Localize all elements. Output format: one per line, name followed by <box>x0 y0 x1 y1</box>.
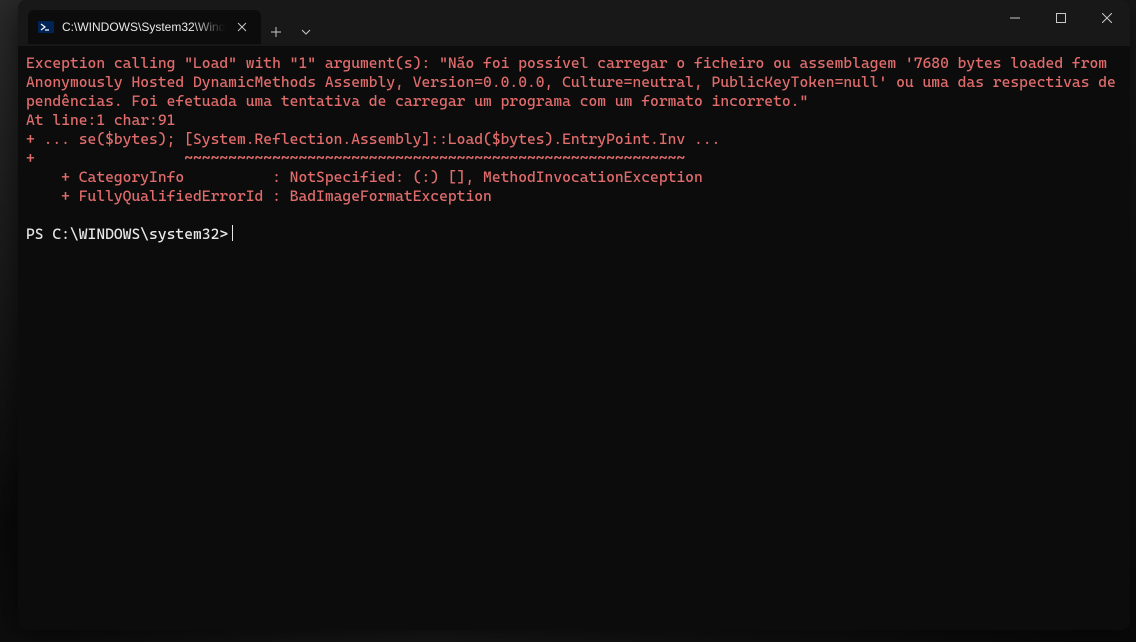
maximize-button[interactable] <box>1038 0 1084 36</box>
new-tab-button[interactable] <box>261 17 291 47</box>
close-icon <box>1102 13 1112 23</box>
titlebar[interactable]: C:\WINDOWS\System32\Wind <box>18 0 1130 46</box>
minimize-button[interactable] <box>992 0 1038 36</box>
tab-dropdown-button[interactable] <box>291 17 321 47</box>
error-line: + FullyQualifiedErrorId : BadImageFormat… <box>26 187 492 205</box>
close-window-button[interactable] <box>1084 0 1130 36</box>
close-icon <box>237 22 247 32</box>
tab-title: C:\WINDOWS\System32\Wind <box>62 20 225 34</box>
error-line: + ... se($bytes); [System.Reflection.Ass… <box>26 130 720 148</box>
plus-icon <box>270 26 282 38</box>
maximize-icon <box>1056 13 1066 23</box>
cursor <box>232 225 233 241</box>
prompt: PS C:\WINDOWS\system32> <box>26 225 228 243</box>
error-line: At line:1 char:91 <box>26 111 175 129</box>
terminal-window: C:\WINDOWS\System32\Wind <box>18 0 1130 630</box>
powershell-icon <box>38 19 54 35</box>
window-controls <box>992 0 1130 36</box>
chevron-down-icon <box>301 29 311 35</box>
tab-strip: C:\WINDOWS\System32\Wind <box>18 0 321 46</box>
error-line: + ~~~~~~~~~~~~~~~~~~~~~~~~~~~~~~~~~~~~~~… <box>26 149 685 167</box>
minimize-icon <box>1010 13 1020 23</box>
tab-close-button[interactable] <box>233 18 251 36</box>
terminal-body[interactable]: Exception calling "Load" with "1" argume… <box>18 46 1130 630</box>
error-line: Exception calling "Load" with "1" argume… <box>26 54 1116 110</box>
error-line: + CategoryInfo : NotSpecified: (:) [], M… <box>26 168 703 186</box>
tab-powershell[interactable]: C:\WINDOWS\System32\Wind <box>28 10 261 44</box>
